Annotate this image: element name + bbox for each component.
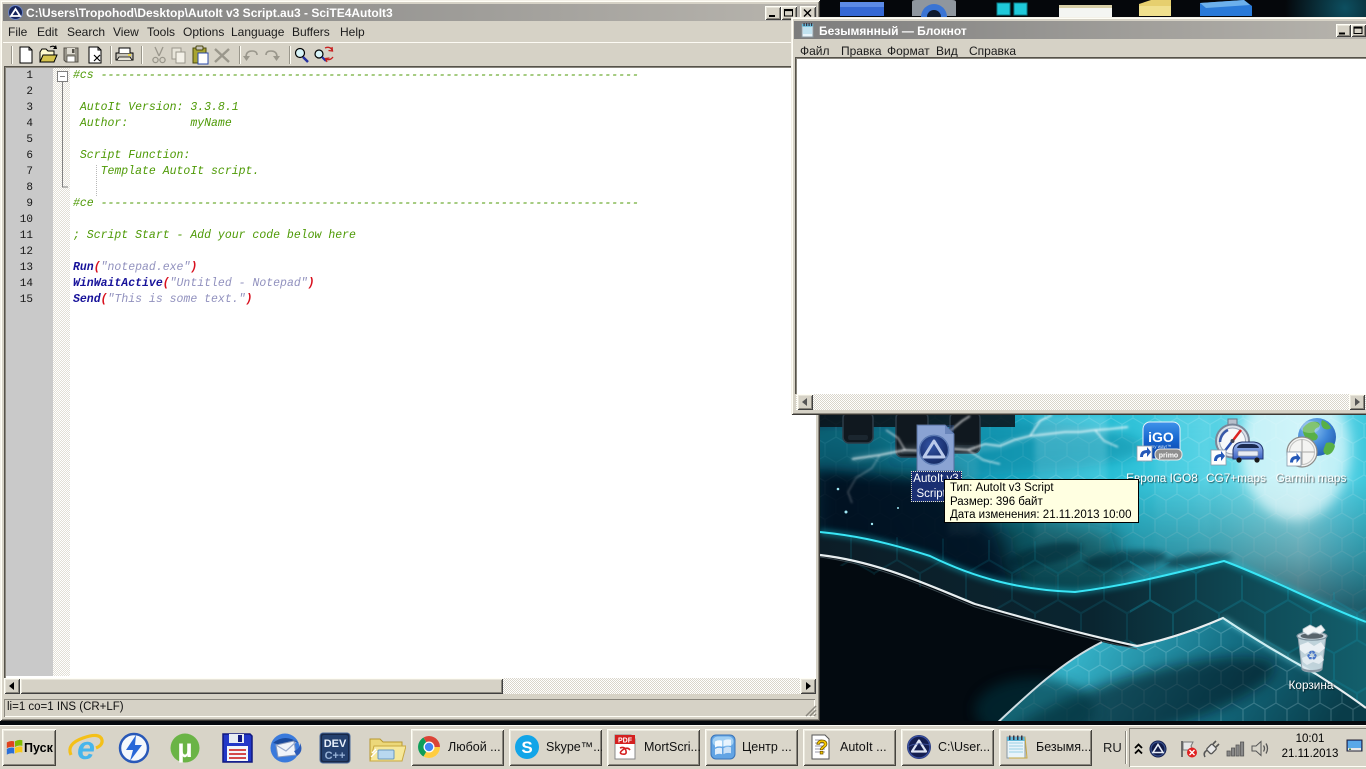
svg-text:µ: µ — [178, 733, 193, 763]
svg-text:iGO: iGO — [1148, 429, 1174, 445]
svg-text:♻: ♻ — [1306, 648, 1318, 663]
svg-text:C++: C++ — [325, 750, 346, 762]
svg-text:my way!™: my way!™ — [1150, 444, 1171, 449]
svg-text:?: ? — [816, 737, 828, 759]
svg-text:PDF: PDF — [618, 738, 633, 745]
svg-text:S: S — [521, 738, 532, 757]
svg-text:primo: primo — [1159, 453, 1178, 460]
svg-text:DEV: DEV — [324, 738, 347, 750]
